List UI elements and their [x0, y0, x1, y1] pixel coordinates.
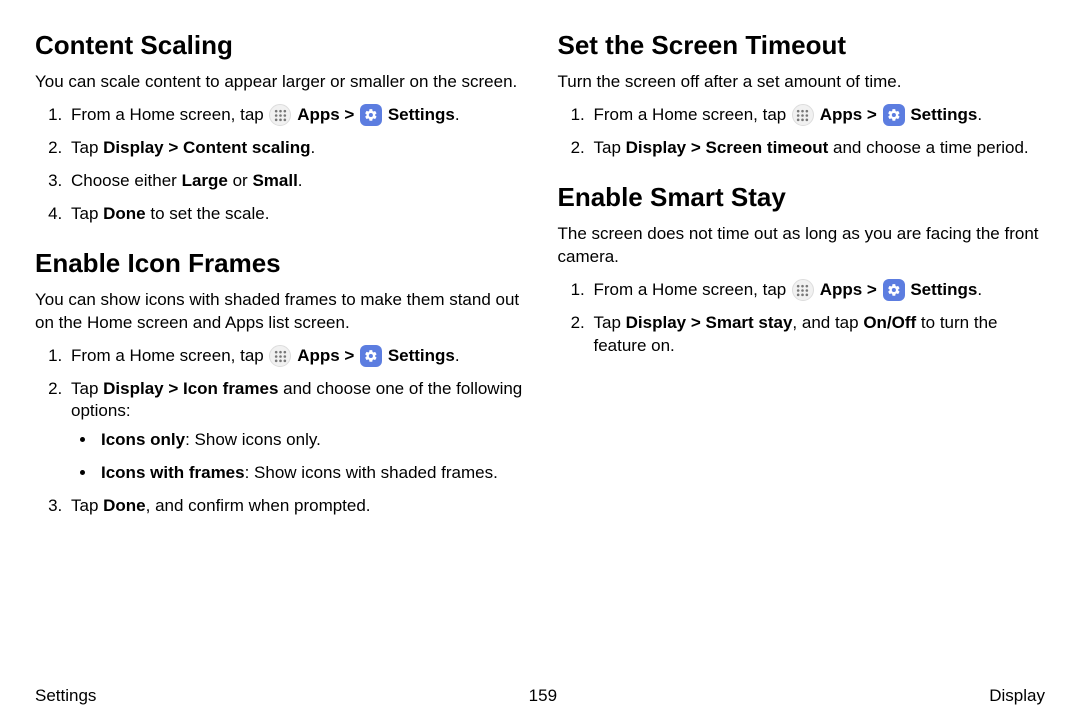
list-item: Choose either Large or Small. — [67, 170, 523, 193]
bold: Display > Content scaling — [103, 138, 310, 157]
apps-label: Apps — [297, 346, 340, 365]
text: Tap — [71, 138, 103, 157]
list-item: Tap Done, and confirm when prompted. — [67, 495, 523, 518]
list-item: Tap Display > Smart stay, and tap On/Off… — [590, 312, 1046, 358]
list-screen-timeout: From a Home screen, tap Apps > Settings.… — [558, 104, 1046, 160]
left-column: Content Scaling You can scale content to… — [35, 30, 523, 670]
apps-icon — [792, 279, 814, 301]
arrow: > — [340, 346, 359, 365]
text: Choose either — [71, 171, 182, 190]
arrow: > — [862, 105, 881, 124]
settings-label: Settings — [388, 105, 455, 124]
bold: Display > Screen timeout — [626, 138, 829, 157]
text: Tap — [594, 138, 626, 157]
list-item: From a Home screen, tap Apps > Settings. — [590, 104, 1046, 127]
heading-smart-stay: Enable Smart Stay — [558, 182, 1046, 213]
text: , and tap — [792, 313, 863, 332]
bold: Large — [182, 171, 228, 190]
list-item: Icons only: Show icons only. — [97, 429, 523, 452]
apps-icon — [269, 104, 291, 126]
footer-left: Settings — [35, 686, 96, 706]
text: Tap — [594, 313, 626, 332]
settings-label: Settings — [910, 280, 977, 299]
text: : Show icons only. — [185, 430, 321, 449]
settings-icon — [360, 104, 382, 126]
text: or — [228, 171, 253, 190]
apps-icon — [792, 104, 814, 126]
text: Tap — [71, 379, 103, 398]
list-smart-stay: From a Home screen, tap Apps > Settings.… — [558, 279, 1046, 358]
list-item: Tap Display > Content scaling. — [67, 137, 523, 160]
para-screen-timeout: Turn the screen off after a set amount o… — [558, 71, 1046, 94]
page-footer: Settings 159 Display — [35, 686, 1045, 706]
para-icon-frames: You can show icons with shaded frames to… — [35, 289, 523, 335]
apps-label: Apps — [297, 105, 340, 124]
list-item: Tap Display > Icon frames and choose one… — [67, 378, 523, 486]
text: : Show icons with shaded frames. — [245, 463, 498, 482]
text: From a Home screen, tap — [594, 280, 791, 299]
settings-label: Settings — [388, 346, 455, 365]
list-item: From a Home screen, tap Apps > Settings. — [590, 279, 1046, 302]
text: . — [311, 138, 316, 157]
text: From a Home screen, tap — [594, 105, 791, 124]
list-item: Tap Display > Screen timeout and choose … — [590, 137, 1046, 160]
text: From a Home screen, tap — [71, 105, 268, 124]
bold: Done — [103, 496, 146, 515]
apps-icon — [269, 345, 291, 367]
text: Tap — [71, 204, 103, 223]
apps-label: Apps — [820, 105, 863, 124]
footer-right: Display — [989, 686, 1045, 706]
apps-label: Apps — [820, 280, 863, 299]
bold: On/Off — [863, 313, 916, 332]
heading-screen-timeout: Set the Screen Timeout — [558, 30, 1046, 61]
dot: . — [977, 105, 982, 124]
bold: Icons only — [101, 430, 185, 449]
heading-content-scaling: Content Scaling — [35, 30, 523, 61]
settings-label: Settings — [910, 105, 977, 124]
bold: Small — [252, 171, 297, 190]
list-content-scaling: From a Home screen, tap Apps > Settings.… — [35, 104, 523, 226]
settings-icon — [883, 104, 905, 126]
right-column: Set the Screen Timeout Turn the screen o… — [558, 30, 1046, 670]
text: Tap — [71, 496, 103, 515]
dot: . — [455, 346, 460, 365]
dot: . — [977, 280, 982, 299]
list-item: Icons with frames: Show icons with shade… — [97, 462, 523, 485]
list-item: From a Home screen, tap Apps > Settings. — [67, 345, 523, 368]
bold: Display > Icon frames — [103, 379, 278, 398]
arrow: > — [340, 105, 359, 124]
list-icon-frames: From a Home screen, tap Apps > Settings.… — [35, 345, 523, 519]
arrow: > — [862, 280, 881, 299]
settings-icon — [360, 345, 382, 367]
bold: Done — [103, 204, 146, 223]
bold: Icons with frames — [101, 463, 245, 482]
para-content-scaling: You can scale content to appear larger o… — [35, 71, 523, 94]
text: to set the scale. — [146, 204, 270, 223]
bold: Display > Smart stay — [626, 313, 793, 332]
dot: . — [455, 105, 460, 124]
list-item: Tap Done to set the scale. — [67, 203, 523, 226]
text: From a Home screen, tap — [71, 346, 268, 365]
heading-icon-frames: Enable Icon Frames — [35, 248, 523, 279]
sub-list: Icons only: Show icons only. Icons with … — [71, 429, 523, 485]
text: . — [298, 171, 303, 190]
list-item: From a Home screen, tap Apps > Settings. — [67, 104, 523, 127]
text: , and confirm when prompted. — [146, 496, 371, 515]
settings-icon — [883, 279, 905, 301]
text: and choose a time period. — [828, 138, 1028, 157]
para-smart-stay: The screen does not time out as long as … — [558, 223, 1046, 269]
footer-page-number: 159 — [529, 686, 557, 706]
